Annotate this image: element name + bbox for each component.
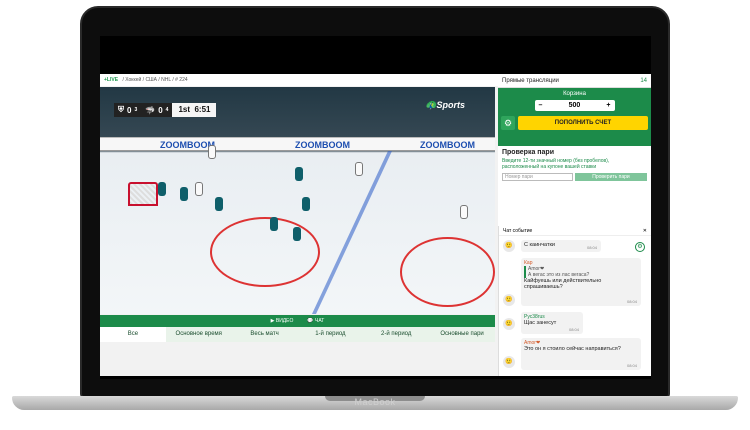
decrease-button[interactable]: – bbox=[539, 102, 543, 109]
chat-header: Чат событие ✕ bbox=[499, 226, 651, 236]
laptop-screen: +LIVE / Хоккей / США / NHL / # 224 ⛨ 0 3 🦈… bbox=[100, 36, 651, 379]
player bbox=[355, 162, 363, 176]
chat-label: ЧАТ bbox=[315, 318, 325, 324]
player bbox=[195, 182, 203, 196]
chat-message: Amor❤ Это он я стоило сейчас направиться… bbox=[521, 338, 641, 370]
ad-board: ZOOMBOOM bbox=[295, 140, 350, 150]
rink-boards: ZOOMBOOM ZOOMBOOM ZOOMBOOM bbox=[100, 137, 495, 151]
video-label: ВИДЕО bbox=[275, 318, 294, 324]
message-quote: Amor❤ А вегас это из лас вегаса? bbox=[524, 266, 638, 278]
player bbox=[270, 217, 278, 231]
chat-message: Кар Amor❤ А вегас это из лас вегаса? Кайф… bbox=[521, 258, 641, 306]
home-team: ⛨ 0 3 bbox=[114, 103, 142, 117]
player bbox=[460, 205, 468, 219]
increase-button[interactable]: + bbox=[606, 102, 610, 109]
page-content: +LIVE / Хоккей / США / NHL / # 224 ⛨ 0 3 🦈… bbox=[100, 74, 651, 376]
message-time: 08:04 bbox=[626, 299, 637, 304]
player bbox=[293, 227, 301, 241]
away-logo-icon: 🦈 bbox=[145, 105, 156, 115]
message-text: С каинчатки bbox=[524, 242, 555, 248]
message-time: 08:04 bbox=[586, 245, 597, 250]
breadcrumb-path[interactable]: / Хоккей / США / NHL / # 224 bbox=[122, 77, 187, 83]
breadcrumb[interactable]: +LIVE / Хоккей / США / NHL / # 224 bbox=[100, 74, 498, 86]
tab-all[interactable]: Все bbox=[100, 327, 166, 342]
video-toggle[interactable]: ▶ ВИДЕО bbox=[271, 318, 294, 324]
player-controls: ▶ ВИДЕО 💬 ЧАТ bbox=[100, 315, 495, 327]
avatar: 🙂 bbox=[503, 356, 515, 368]
home-score: 0 bbox=[127, 105, 132, 115]
bet-number-input[interactable]: Номер пари bbox=[502, 173, 573, 181]
message-time: 08:04 bbox=[568, 327, 579, 332]
stake-value[interactable]: 500 bbox=[569, 102, 581, 109]
chat-toggle[interactable]: 💬 ЧАТ bbox=[307, 318, 324, 324]
scoreboard-overlay: ⛨ 0 3 🦈 0 4 1st 6:51 bbox=[114, 103, 217, 117]
chat-title: Чат событие bbox=[503, 228, 533, 234]
gear-icon[interactable]: ⚙ bbox=[501, 116, 515, 130]
bet-slip: Корзина – 500 + ⚙ ПОПОЛНИТЬ СЧЕТ bbox=[498, 88, 651, 146]
message-text: Это он я стоило сейчас направиться? bbox=[524, 346, 621, 352]
player bbox=[215, 197, 223, 211]
bet-check: Проверка пари Введите 12-ти значный номе… bbox=[498, 146, 651, 184]
message-time: 08:04 bbox=[626, 363, 637, 368]
cart-label: Корзина bbox=[563, 91, 586, 97]
game-clock: 6:51 bbox=[194, 105, 211, 114]
laptop-brand: MacBook bbox=[354, 397, 396, 407]
live-streams-count: 14 bbox=[640, 78, 647, 84]
bet-check-hint: Введите 12-ти значный номер (без пробело… bbox=[502, 158, 610, 170]
blue-line bbox=[311, 151, 393, 314]
tab-period-2[interactable]: 2-й период bbox=[363, 327, 429, 342]
bet-check-title: Проверка пари bbox=[502, 149, 555, 156]
home-logo-icon: ⛨ bbox=[118, 105, 124, 114]
ad-board: ZOOMBOOM bbox=[420, 140, 475, 150]
home-shots: 3 bbox=[134, 107, 138, 113]
tab-main-bets[interactable]: Основные пари bbox=[429, 327, 495, 342]
tab-period-1[interactable]: 1-й период bbox=[297, 327, 363, 342]
top-up-button[interactable]: ПОПОЛНИТЬ СЧЕТ bbox=[518, 116, 648, 130]
market-tabs: Все Основное время Весь матч 1-й период … bbox=[100, 327, 495, 342]
away-team: 🦈 0 4 bbox=[141, 103, 173, 117]
away-score: 0 bbox=[158, 105, 163, 115]
avatar: 🙂 bbox=[503, 294, 515, 306]
event-chat: Чат событие ✕ 🙂 С каинчатки 08:04 ⚙ 🙂 Ка… bbox=[498, 226, 651, 376]
live-streams-title: Прямые трансляции bbox=[502, 78, 559, 84]
nbc-sports-logo: 🦚Sports bbox=[425, 100, 465, 110]
faceoff-circle bbox=[210, 217, 320, 287]
stake-amount[interactable]: – 500 + bbox=[534, 100, 615, 111]
message-text: Кайфуешь или действительно спрашиваешь? bbox=[524, 278, 602, 290]
avatar: 🙂 bbox=[503, 318, 515, 330]
tab-regular-time[interactable]: Основное время bbox=[166, 327, 232, 342]
live-streams-header[interactable]: Прямые трансляции 14 bbox=[498, 74, 651, 88]
live-badge[interactable]: +LIVE bbox=[104, 77, 118, 83]
period-clock: 1st 6:51 bbox=[172, 103, 217, 117]
chat-message: Рус38rus Щас занесут 08:04 bbox=[521, 312, 583, 334]
laptop-frame: +LIVE / Хоккей / США / NHL / # 224 ⛨ 0 3 🦈… bbox=[0, 0, 750, 430]
message-text: Щас занесут bbox=[524, 320, 557, 326]
player bbox=[180, 187, 188, 201]
period-label: 1st bbox=[178, 105, 190, 114]
close-icon[interactable]: ✕ bbox=[643, 228, 647, 234]
chat-message: С каинчатки 08:04 bbox=[521, 240, 601, 252]
player bbox=[208, 145, 216, 159]
player bbox=[158, 182, 166, 196]
avatar: 🙂 bbox=[503, 240, 515, 252]
settings-icon[interactable]: ⚙ bbox=[635, 242, 645, 252]
broadcaster-label: Sports bbox=[436, 100, 465, 110]
hockey-net bbox=[128, 182, 158, 206]
faceoff-circle bbox=[400, 237, 495, 307]
player bbox=[302, 197, 310, 211]
ad-board: ZOOMBOOM bbox=[160, 140, 215, 150]
away-shots: 4 bbox=[165, 107, 169, 113]
video-player[interactable]: ⛨ 0 3 🦈 0 4 1st 6:51 🦚Sports ZOOMBOOM ZOOMBO… bbox=[100, 87, 495, 314]
tab-full-match[interactable]: Весь матч bbox=[232, 327, 298, 342]
player bbox=[295, 167, 303, 181]
check-bet-button[interactable]: Проверить пари bbox=[575, 173, 647, 181]
